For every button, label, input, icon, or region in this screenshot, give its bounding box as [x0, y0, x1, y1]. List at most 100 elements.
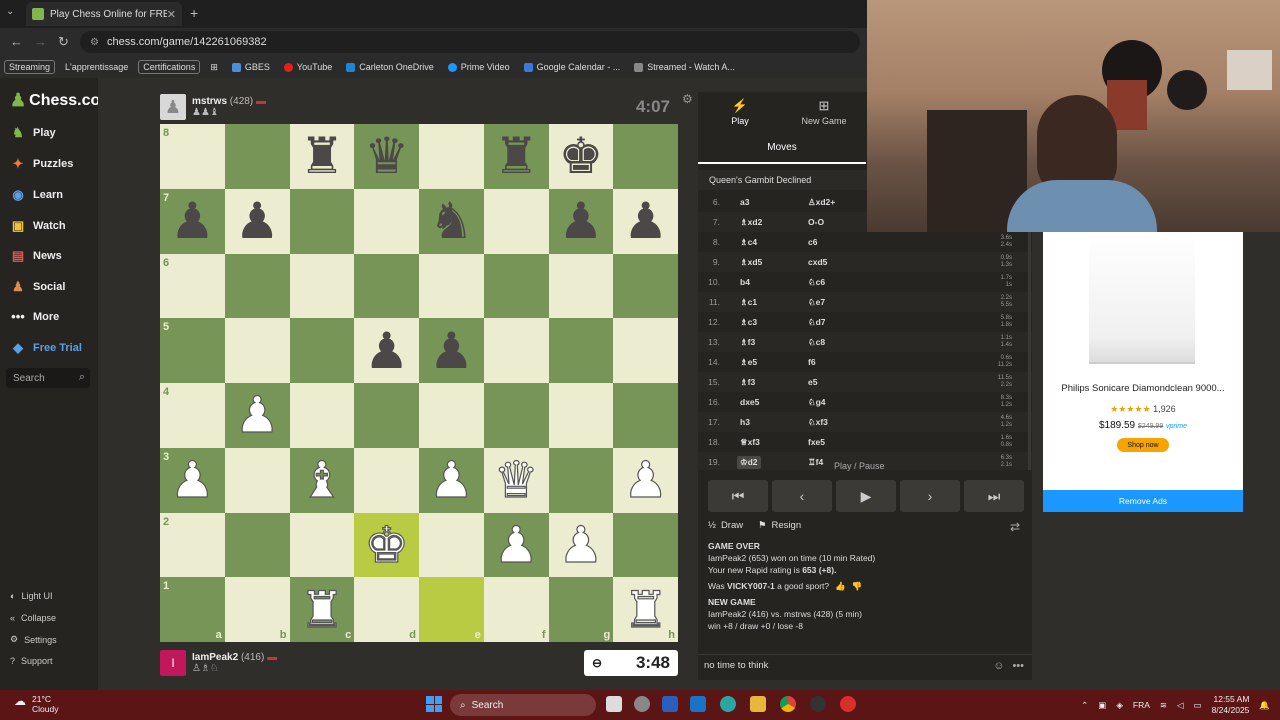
square-b1[interactable]: b [224, 577, 290, 642]
black-pawn-piece[interactable]: ♟ [235, 196, 280, 246]
taskbar-clock[interactable]: 12:55 AM 8/24/2025 [1212, 694, 1250, 716]
remove-ads-button[interactable]: Remove Ads [1043, 490, 1243, 512]
settings-link[interactable]: ⚙ Settings [10, 634, 57, 645]
tab-new-game[interactable]: ⊞ New Game [782, 92, 866, 132]
white-move[interactable]: ♗c1 [740, 297, 757, 308]
emoji-icon[interactable]: ☺ [993, 660, 1004, 672]
folder-icon[interactable] [750, 696, 766, 712]
square-d7[interactable] [354, 188, 419, 254]
square-a3[interactable]: 3 ♟ [160, 447, 225, 513]
sidebar-item-play[interactable]: ♞ Play [10, 125, 55, 141]
square-a4[interactable]: 4 [160, 383, 225, 448]
white-king-piece[interactable]: ♚ [364, 519, 410, 570]
notifications-icon[interactable]: 🔔 [1259, 700, 1270, 711]
square-b6[interactable] [224, 253, 290, 319]
bookmark-youtube[interactable]: YouTube [280, 60, 336, 74]
black-move[interactable]: f6 [808, 357, 816, 367]
square-c5[interactable] [289, 318, 355, 383]
square-d4[interactable] [354, 383, 419, 448]
black-rook-piece[interactable]: ♜ [299, 131, 344, 181]
edge-icon[interactable] [720, 696, 736, 712]
sidebar-item-more[interactable]: ••• More [10, 309, 59, 324]
black-move[interactable]: ♙xd2+ [808, 197, 835, 208]
square-f2[interactable]: ♟ [483, 512, 549, 578]
black-move[interactable]: fxe5 [808, 437, 825, 447]
forward-icon[interactable]: → [34, 34, 47, 49]
language-indicator[interactable]: FRA [1133, 700, 1150, 710]
white-pawn-piece[interactable]: ♟ [493, 519, 539, 570]
black-king-piece[interactable]: ♚ [558, 131, 603, 181]
support-link[interactable]: ? Support [10, 656, 53, 666]
square-c4[interactable] [289, 383, 355, 448]
square-g3[interactable] [548, 447, 614, 513]
square-e4[interactable] [419, 383, 484, 448]
sidebar-item-watch[interactable]: ▣ Watch [10, 218, 66, 234]
more-options-icon[interactable]: ••• [1012, 660, 1024, 672]
flip-board-icon[interactable]: ⇄ [1010, 520, 1020, 534]
square-e6[interactable] [419, 253, 484, 319]
white-rook-piece[interactable]: ♜ [623, 584, 669, 635]
black-move[interactable]: O-O [808, 217, 824, 227]
black-move[interactable]: ♘g4 [808, 397, 826, 408]
black-rook-piece[interactable]: ♜ [494, 131, 539, 181]
white-move[interactable]: ♗c3 [740, 317, 757, 328]
app-icon[interactable] [840, 696, 856, 712]
square-b3[interactable] [224, 447, 290, 513]
square-e8[interactable] [419, 124, 484, 189]
square-c1[interactable]: c ♜ [289, 577, 355, 642]
black-move[interactable]: ♘c8 [808, 337, 825, 348]
white-pawn-piece[interactable]: ♟ [623, 455, 669, 506]
square-h1[interactable]: h ♜ [613, 577, 678, 642]
black-pawn-piece[interactable]: ♟ [623, 196, 668, 246]
first-move-button[interactable]: ⏮ [708, 480, 768, 512]
square-f6[interactable] [483, 253, 549, 319]
square-a1[interactable]: 1a [160, 577, 225, 642]
close-tab-icon[interactable]: ✕ [167, 8, 176, 21]
square-a5[interactable]: 5 [160, 318, 225, 383]
white-pawn-piece[interactable]: ♟ [428, 455, 474, 506]
square-d8[interactable]: ♛ [354, 124, 419, 189]
square-d5[interactable]: ♟ [354, 318, 419, 383]
volume-icon[interactable]: ◁ [1177, 700, 1184, 711]
white-move[interactable]: ♗f3 [740, 377, 755, 388]
tab-play[interactable]: ⚡ Play [698, 92, 782, 132]
play-pause-button[interactable]: ▶ [836, 480, 896, 512]
bottom-player-avatar[interactable]: I [160, 650, 186, 676]
black-knight-piece[interactable]: ♞ [429, 196, 474, 246]
square-f4[interactable] [483, 383, 549, 448]
white-move[interactable]: ♕xf3 [740, 437, 760, 448]
white-pawn-piece[interactable]: ♟ [558, 519, 604, 570]
white-move[interactable]: ♔d2 [737, 455, 761, 469]
chat-input[interactable]: no time to think ☺ ••• [698, 654, 1032, 676]
white-move[interactable]: a3 [740, 197, 749, 207]
black-pawn-piece[interactable]: ♟ [558, 196, 603, 246]
white-move[interactable]: ♗c4 [740, 237, 757, 248]
square-a8[interactable]: 8 [160, 124, 225, 189]
resign-button[interactable]: ⚑ Resign [758, 520, 801, 531]
square-f5[interactable] [483, 318, 549, 383]
sidebar-item-social[interactable]: ♟ Social [10, 279, 65, 295]
square-g6[interactable] [548, 253, 614, 319]
shop-now-button[interactable]: Shop now [1117, 438, 1169, 452]
square-h3[interactable]: ♟ [613, 447, 678, 513]
browser-tab[interactable]: Play Chess Online for FREE - 2 P ✕ [26, 2, 182, 26]
taskbar-search[interactable]: ⌕ Search [450, 694, 596, 716]
address-bar[interactable]: ⚙ chess.com/game/142261069382 [80, 31, 860, 53]
bookmark-certifications[interactable]: Certifications [138, 60, 201, 74]
draw-button[interactable]: ½ Draw [708, 520, 743, 531]
next-move-button[interactable]: › [900, 480, 960, 512]
windows-start-icon[interactable] [426, 696, 442, 712]
white-move[interactable]: b4 [740, 277, 750, 287]
square-c2[interactable] [289, 512, 355, 578]
black-move[interactable]: ♘c6 [808, 277, 825, 288]
black-move[interactable]: e5 [808, 377, 817, 387]
white-pawn-piece[interactable]: ♟ [169, 455, 215, 506]
square-b5[interactable] [224, 318, 290, 383]
square-d1[interactable]: d [354, 577, 419, 642]
white-queen-piece[interactable]: ♛ [493, 455, 539, 506]
square-a2[interactable]: 2 [160, 512, 225, 578]
tray-app-icon[interactable]: ◈ [1116, 700, 1123, 711]
square-g5[interactable] [548, 318, 614, 383]
battery-icon[interactable]: ▭ [1194, 700, 1202, 711]
tray-app-icon[interactable]: ▣ [1098, 700, 1106, 711]
